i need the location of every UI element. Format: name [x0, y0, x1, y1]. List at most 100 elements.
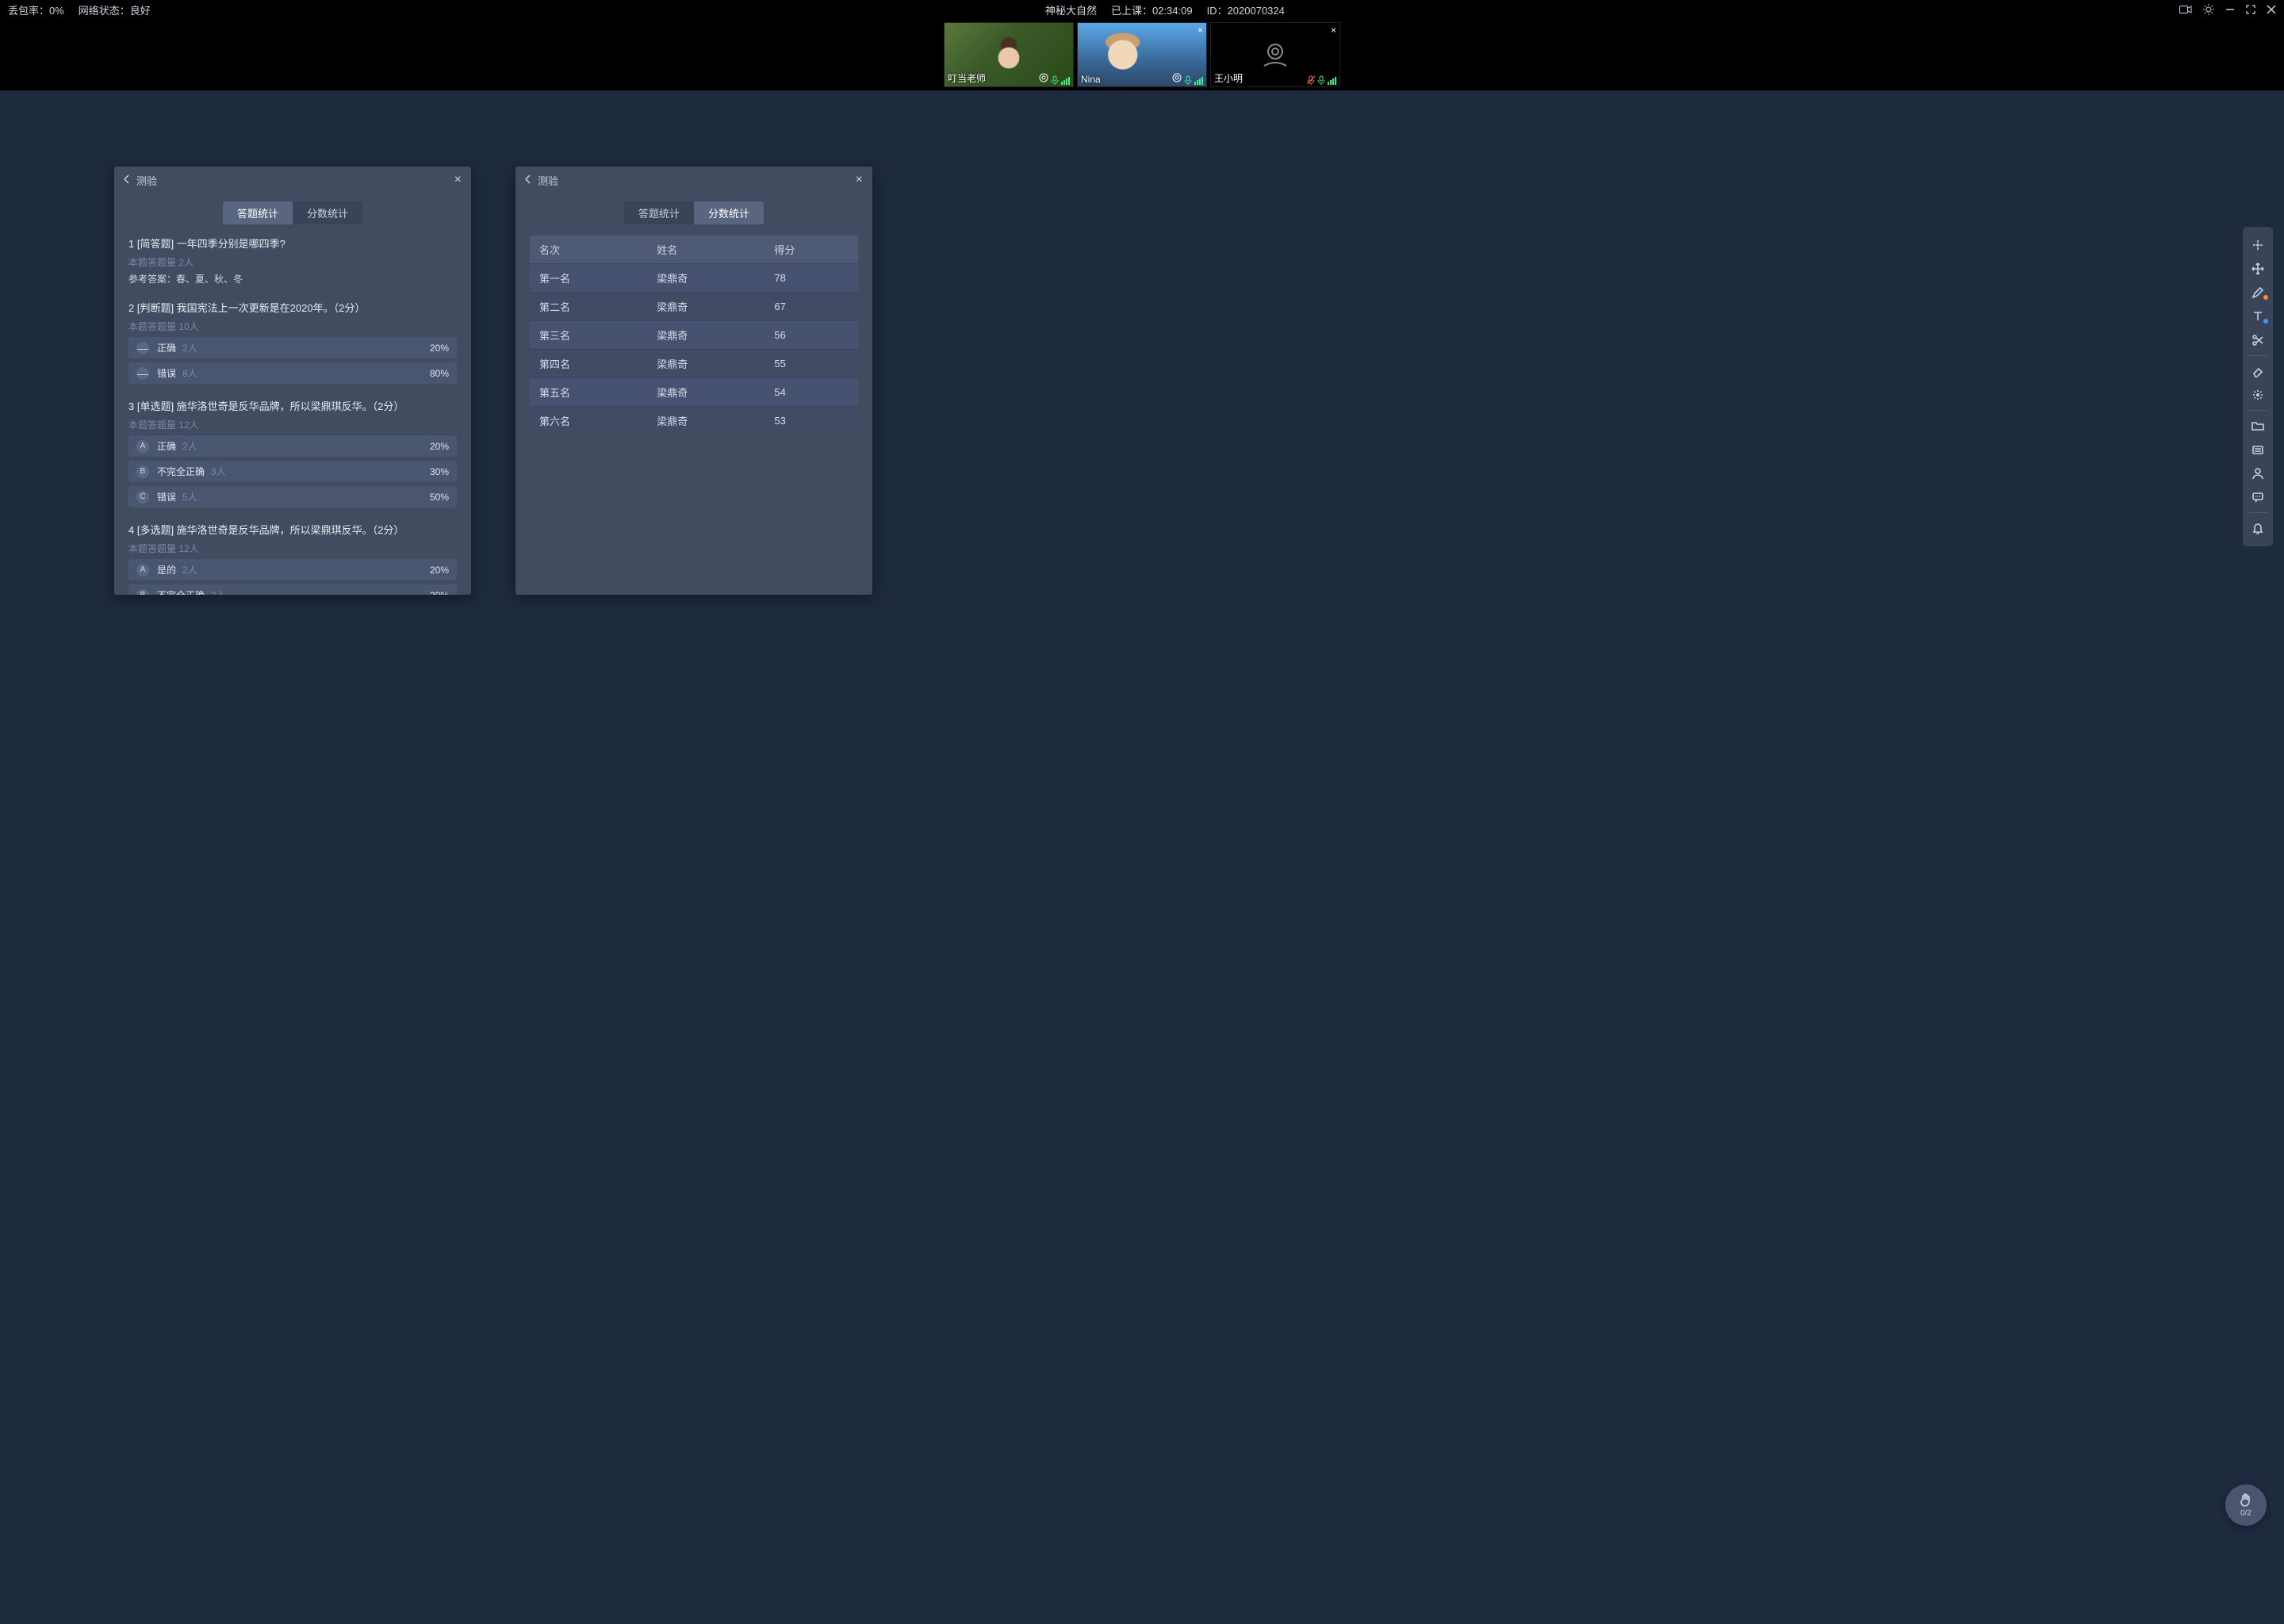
th-name: 姓名 — [647, 236, 765, 264]
cell-name: 梁鼎奇 — [647, 321, 765, 350]
session-id: ID：2020070324 — [1207, 2, 1285, 17]
tool-light[interactable] — [2243, 383, 2273, 407]
cell-rank: 第二名 — [530, 293, 647, 321]
panel-body[interactable]: 答题统计 分数统计 1 [简答题] 一年四季分别是哪四季?本题答题量 2人参考答… — [114, 193, 471, 595]
option-label: 错误 — [157, 366, 176, 380]
cell-rank: 第一名 — [530, 264, 647, 293]
option-count: 5人 — [182, 490, 197, 504]
option-count: 8人 — [182, 366, 197, 380]
question-title: 3 [单选题] 施华洛世奇是反华品牌，所以梁鼎琪反华。（2分） — [128, 398, 457, 413]
question-title: 1 [简答题] 一年四季分别是哪四季? — [128, 236, 457, 251]
focus-icon[interactable] — [1172, 73, 1182, 85]
close-window-icon[interactable] — [2267, 5, 2276, 14]
tool-users[interactable] — [2243, 462, 2273, 485]
mic-off-icon[interactable] — [1307, 75, 1315, 85]
close-icon[interactable]: × — [856, 173, 863, 187]
tool-text[interactable] — [2243, 304, 2273, 328]
option-row: A是的2人20% — [128, 559, 457, 580]
mic-alt-icon[interactable] — [1317, 75, 1325, 85]
video-name-label: 王小明 — [1214, 71, 1243, 85]
tool-folder[interactable] — [2243, 414, 2273, 438]
video-tile-student-2[interactable]: × 王小明 — [1210, 22, 1340, 87]
mic-on-icon[interactable] — [1184, 75, 1192, 85]
back-icon[interactable] — [525, 174, 531, 186]
question-subcount: 本题答题量 10人 — [128, 320, 457, 333]
tab-switch: 答题统计 分数统计 — [114, 193, 471, 236]
elapsed-time: 已上课：02:34:09 — [1111, 2, 1193, 17]
option-row: —错误8人80% — [128, 362, 457, 384]
cell-rank: 第三名 — [530, 321, 647, 350]
cell-rank: 第五名 — [530, 378, 647, 407]
panel-body[interactable]: 答题统计 分数统计 名次 姓名 得分 第一名梁鼎奇78第二名梁鼎奇67第三名梁鼎… — [515, 193, 872, 595]
right-toolbar — [2243, 227, 2273, 546]
option-row: C错误5人50% — [128, 486, 457, 508]
tool-scissors[interactable] — [2243, 328, 2273, 352]
video-close-icon[interactable]: × — [1198, 25, 1203, 36]
cell-score: 55 — [765, 350, 858, 378]
option-badge: — — [136, 342, 149, 354]
option-row: B不完全正确3人30% — [128, 584, 457, 595]
cell-score: 67 — [765, 293, 858, 321]
video-tile-student-1[interactable]: × Nina — [1077, 22, 1207, 87]
question-title: 2 [判断题] 我国宪法上一次更新是在2020年。（2分） — [128, 300, 457, 315]
cell-name: 梁鼎奇 — [647, 378, 765, 407]
option-badge: B — [136, 465, 149, 478]
signal-icon — [1194, 77, 1203, 85]
table-row: 第一名梁鼎奇78 — [530, 264, 858, 293]
tool-resources[interactable] — [2243, 438, 2273, 462]
option-badge: C — [136, 491, 149, 504]
mic-on-icon[interactable] — [1051, 75, 1059, 85]
tool-move[interactable] — [2243, 257, 2273, 281]
tool-pointer[interactable] — [2243, 233, 2273, 257]
close-icon[interactable]: × — [454, 173, 462, 187]
tab-answer-stats[interactable]: 答题统计 — [624, 201, 694, 224]
raise-hand-fab[interactable]: 0/2 — [2225, 1484, 2267, 1526]
option-label: 不完全正确 — [157, 588, 205, 595]
video-name-label: Nina — [1081, 74, 1101, 85]
option-badge: — — [136, 367, 149, 380]
focus-icon[interactable] — [1039, 73, 1048, 85]
camera-toggle-icon[interactable] — [2179, 5, 2192, 14]
score-table: 名次 姓名 得分 第一名梁鼎奇78第二名梁鼎奇67第三名梁鼎奇56第四名梁鼎奇5… — [530, 236, 858, 435]
fullscreen-icon[interactable] — [2246, 5, 2255, 14]
minimize-icon[interactable] — [2225, 5, 2235, 14]
option-percent: 30% — [430, 590, 449, 596]
main-area: 测验 × 答题统计 分数统计 1 [简答题] 一年四季分别是哪四季?本题答题量 … — [0, 90, 2284, 1624]
option-row: A正确2人20% — [128, 435, 457, 457]
option-percent: 20% — [430, 343, 449, 354]
tool-eraser[interactable] — [2243, 359, 2273, 383]
tab-score-stats[interactable]: 分数统计 — [293, 201, 362, 224]
tool-chat[interactable] — [2243, 485, 2273, 509]
table-row: 第五名梁鼎奇54 — [530, 378, 858, 407]
table-row: 第四名梁鼎奇55 — [530, 350, 858, 378]
settings-icon[interactable] — [2203, 4, 2214, 15]
camera-off-placeholder-icon — [1259, 40, 1291, 70]
tab-score-stats[interactable]: 分数统计 — [694, 201, 764, 224]
quiz-panel-scores: 测验 × 答题统计 分数统计 名次 姓名 得分 第一名梁鼎奇78第二名梁鼎奇67… — [515, 167, 872, 595]
tool-bell[interactable] — [2243, 516, 2273, 540]
cell-score: 53 — [765, 407, 858, 435]
tool-pen[interactable] — [2243, 281, 2273, 304]
option-count: 2人 — [182, 341, 197, 354]
cell-score: 78 — [765, 264, 858, 293]
video-tile-teacher[interactable]: 叮当老师 — [944, 22, 1074, 87]
signal-icon — [1061, 77, 1070, 85]
back-icon[interactable] — [124, 174, 130, 186]
question-block: 2 [判断题] 我国宪法上一次更新是在2020年。（2分）本题答题量 10人—正… — [128, 300, 457, 384]
option-count: 2人 — [182, 439, 197, 453]
table-row: 第六名梁鼎奇53 — [530, 407, 858, 435]
panel-header: 测验 × — [515, 167, 872, 193]
cell-rank: 第四名 — [530, 350, 647, 378]
option-row: B不完全正确3人30% — [128, 461, 457, 482]
question-block: 1 [简答题] 一年四季分别是哪四季?本题答题量 2人参考答案：春、夏、秋、冬 — [128, 236, 457, 285]
video-close-icon[interactable]: × — [1331, 25, 1336, 36]
signal-icon — [1328, 77, 1336, 85]
tab-answer-stats[interactable]: 答题统计 — [223, 201, 293, 224]
tab-switch: 答题统计 分数统计 — [515, 193, 872, 236]
table-row: 第三名梁鼎奇56 — [530, 321, 858, 350]
network-status-label: 网络状态：良好 — [79, 2, 151, 17]
quiz-panel-answers: 测验 × 答题统计 分数统计 1 [简答题] 一年四季分别是哪四季?本题答题量 … — [114, 167, 471, 595]
raise-hand-count: 0/2 — [2240, 1509, 2251, 1518]
cell-rank: 第六名 — [530, 407, 647, 435]
option-badge: A — [136, 440, 149, 453]
